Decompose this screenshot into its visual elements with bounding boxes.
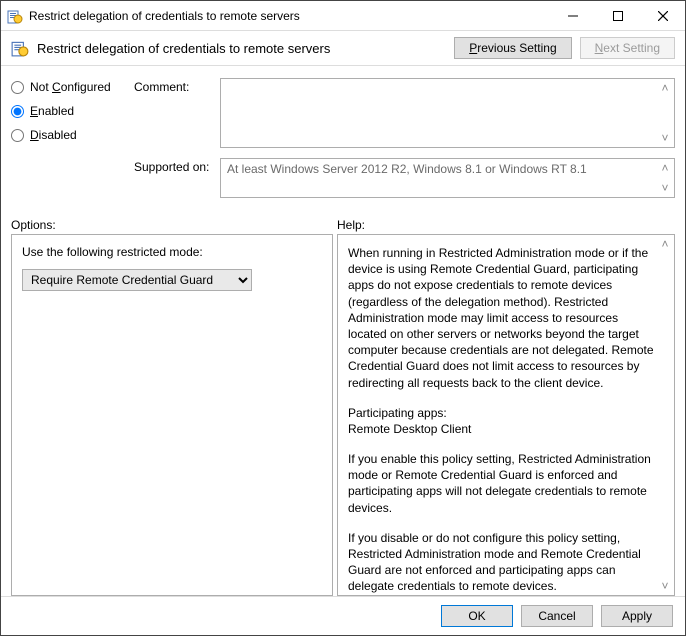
help-p2: Participating apps: bbox=[348, 405, 656, 421]
ok-button[interactable]: OK bbox=[441, 605, 513, 627]
radio-not-configured[interactable]: Not Configured bbox=[11, 80, 126, 94]
divider bbox=[1, 65, 685, 66]
options-label: Options: bbox=[11, 218, 337, 232]
panes: Use the following restricted mode: Requi… bbox=[1, 234, 685, 596]
config-row: Not Configured Enabled Disabled Comment:… bbox=[1, 72, 685, 210]
supported-row: Supported on: At least Windows Server 20… bbox=[134, 158, 675, 198]
comment-textbox[interactable]: ˄ ˅ bbox=[220, 78, 675, 148]
previous-setting-button[interactable]: Previous Setting bbox=[454, 37, 571, 59]
titlebar: Restrict delegation of credentials to re… bbox=[1, 1, 685, 31]
comment-scroll-down-icon[interactable]: ˅ bbox=[657, 130, 673, 146]
radio-not-configured-input[interactable] bbox=[11, 81, 24, 94]
policy-icon bbox=[11, 39, 29, 57]
help-pane: When running in Restricted Administratio… bbox=[337, 234, 675, 596]
gpedit-icon bbox=[7, 8, 23, 24]
options-pane: Use the following restricted mode: Requi… bbox=[11, 234, 333, 596]
state-radios: Not Configured Enabled Disabled bbox=[11, 78, 126, 208]
supported-label: Supported on: bbox=[134, 158, 214, 174]
mid-column: Comment: ˄ ˅ Supported on: At least Wind… bbox=[134, 78, 675, 208]
comment-scroll-up-icon[interactable]: ˄ bbox=[657, 80, 673, 96]
radio-enabled[interactable]: Enabled bbox=[11, 104, 126, 118]
help-p4: If you enable this policy setting, Restr… bbox=[348, 451, 656, 516]
help-scroll-up-icon[interactable]: ˄ bbox=[657, 236, 673, 252]
header: Restrict delegation of credentials to re… bbox=[1, 31, 685, 65]
help-scroll-down-icon[interactable]: ˅ bbox=[657, 578, 673, 594]
window-title: Restrict delegation of credentials to re… bbox=[29, 9, 550, 23]
maximize-button[interactable] bbox=[595, 1, 640, 31]
help-p1: When running in Restricted Administratio… bbox=[348, 245, 656, 391]
help-label: Help: bbox=[337, 218, 365, 232]
minimize-button[interactable] bbox=[550, 1, 595, 31]
cancel-button[interactable]: Cancel bbox=[521, 605, 593, 627]
radio-disabled-input[interactable] bbox=[11, 129, 24, 142]
supported-value: At least Windows Server 2012 R2, Windows… bbox=[227, 162, 587, 176]
supported-scroll-down-icon[interactable]: ˅ bbox=[657, 180, 673, 196]
mode-select[interactable]: Require Remote Credential Guard bbox=[22, 269, 252, 291]
header-title: Restrict delegation of credentials to re… bbox=[37, 41, 446, 56]
next-setting-button[interactable]: Next Setting bbox=[580, 37, 675, 59]
radio-enabled-input[interactable] bbox=[11, 105, 24, 118]
close-button[interactable] bbox=[640, 1, 685, 31]
supported-scroll-up-icon[interactable]: ˄ bbox=[657, 160, 673, 176]
comment-label: Comment: bbox=[134, 78, 214, 94]
apply-button[interactable]: Apply bbox=[601, 605, 673, 627]
radio-disabled[interactable]: Disabled bbox=[11, 128, 126, 142]
footer: OK Cancel Apply bbox=[1, 596, 685, 635]
help-p3: Remote Desktop Client bbox=[348, 421, 656, 437]
supported-textbox: At least Windows Server 2012 R2, Windows… bbox=[220, 158, 675, 198]
section-labels: Options: Help: bbox=[1, 210, 685, 234]
comment-row: Comment: ˄ ˅ bbox=[134, 78, 675, 148]
help-p5: If you disable or do not configure this … bbox=[348, 530, 656, 595]
mode-label: Use the following restricted mode: bbox=[22, 245, 322, 259]
